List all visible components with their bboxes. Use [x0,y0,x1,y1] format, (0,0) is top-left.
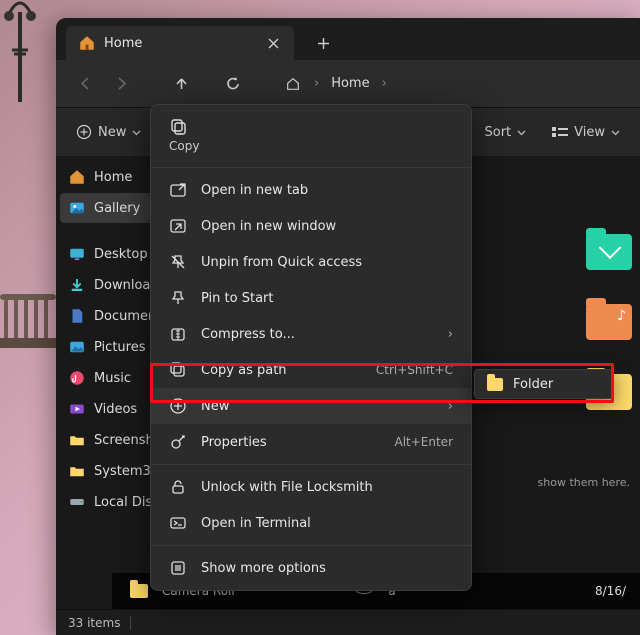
sidebar-item-label: Videos [94,402,137,417]
content-hint: show them here. [538,476,630,489]
ctx-label: Unpin from Quick access [201,255,453,270]
videos-icon [68,400,86,418]
copy-icon[interactable] [169,117,189,137]
unpin-icon [169,253,187,271]
ctx-open-new-window[interactable]: Open in new window [151,208,471,244]
breadcrumb-home-icon[interactable] [276,67,310,101]
ctx-unpin-quickaccess[interactable]: Unpin from Quick access [151,244,471,280]
ctx-open-new-tab[interactable]: Open in new tab [151,172,471,208]
home-icon [78,34,96,52]
sidebar-item-label: Home [94,170,132,185]
new-tab-button[interactable] [308,28,338,58]
ctx-label: Open in new window [201,219,453,234]
ctx-show-more[interactable]: Show more options [151,550,471,586]
ctx-copy-path[interactable]: Copy as path Ctrl+Shift+C [151,352,471,388]
document-icon [68,307,86,325]
folder-icon [68,462,86,480]
status-bar: 33 items [56,609,640,635]
sidebar-item-label: Gallery [94,201,140,216]
chevron-down-icon [517,128,526,137]
gallery-icon [68,199,86,217]
status-separator [130,616,131,630]
ctx-label: New [201,399,434,414]
home-icon [68,168,86,186]
chevron-right-icon: › [312,76,321,91]
sort-button-label: Sort [484,125,511,140]
folder-tile-music[interactable] [586,304,632,340]
sidebar-item-label: Pictures [94,340,145,355]
terminal-icon [169,514,187,532]
address-bar: › Home › [56,60,640,108]
music-icon [68,369,86,387]
breadcrumb-segment[interactable]: Home [323,76,377,91]
ctx-shortcut: Ctrl+Shift+C [376,363,453,377]
ctx-label: Show more options [201,561,453,576]
menu-separator [151,464,471,465]
nav-refresh-button[interactable] [216,67,250,101]
nav-up-button[interactable] [164,67,198,101]
folder-icon [487,378,503,391]
properties-icon [169,433,187,451]
folder-icon [68,431,86,449]
nav-back-button[interactable] [68,67,102,101]
sidebar-item-label: Music [94,371,131,386]
pictures-icon [68,338,86,356]
menu-separator [151,167,471,168]
download-icon [68,276,86,294]
tab-close-icon[interactable] [262,32,284,54]
context-menu-header: Copy [151,109,471,163]
new-icon [169,397,187,415]
pin-icon [169,289,187,307]
sort-button[interactable]: Sort [474,116,536,148]
unlock-icon [169,478,187,496]
open-tab-icon [169,181,187,199]
ctx-label: Open in new tab [201,183,453,198]
view-button[interactable]: View [542,116,630,148]
ctx-unlock-locksmith[interactable]: Unlock with File Locksmith [151,469,471,505]
view-button-label: View [574,125,605,140]
ctx-label: Properties [201,435,380,450]
ctx-open-terminal[interactable]: Open in Terminal [151,505,471,541]
ctx-label: Compress to... [201,327,434,342]
view-icon [552,126,568,138]
ctx-pin-start[interactable]: Pin to Start [151,280,471,316]
chevron-right-icon: › [448,399,453,414]
nav-forward-button[interactable] [104,67,138,101]
ctx-label: Pin to Start [201,291,453,306]
tab-title: Home [104,36,254,51]
new-button[interactable]: New [66,116,151,148]
ctx-compress[interactable]: Compress to... › [151,316,471,352]
wallpaper-lamp [2,0,38,102]
submenu-label: Folder [513,377,553,392]
status-item-count: 33 items [68,616,120,630]
context-submenu-folder[interactable]: Folder [474,369,614,399]
taskbar-date: 8/16/ [595,584,626,598]
compress-icon [169,325,187,343]
chevron-down-icon [611,128,620,137]
menu-separator [151,545,471,546]
desktop-icon [68,245,86,263]
context-menu: Copy Open in new tab Open in new window … [150,104,472,591]
chevron-down-icon [132,128,141,137]
folder-tile-downloads[interactable] [586,234,632,270]
new-button-label: New [98,125,126,140]
copy-path-icon [169,361,187,379]
ctx-shortcut: Alt+Enter [394,435,453,449]
wallpaper-railing [0,250,56,370]
context-head-label: Copy [169,139,199,153]
ctx-label: Unlock with File Locksmith [201,480,453,495]
sidebar-item-label: Desktop [94,247,148,262]
folder-icon [130,584,148,598]
ctx-new[interactable]: New › [151,388,471,424]
ctx-label: Copy as path [201,363,362,378]
ctx-properties[interactable]: Properties Alt+Enter [151,424,471,460]
open-window-icon [169,217,187,235]
chevron-right-icon: › [448,327,453,342]
more-icon [169,559,187,577]
disk-icon [68,493,86,511]
ctx-label: Open in Terminal [201,516,453,531]
tab-home[interactable]: Home [66,26,294,60]
titlebar: Home [56,18,640,60]
chevron-right-icon: › [380,76,389,91]
